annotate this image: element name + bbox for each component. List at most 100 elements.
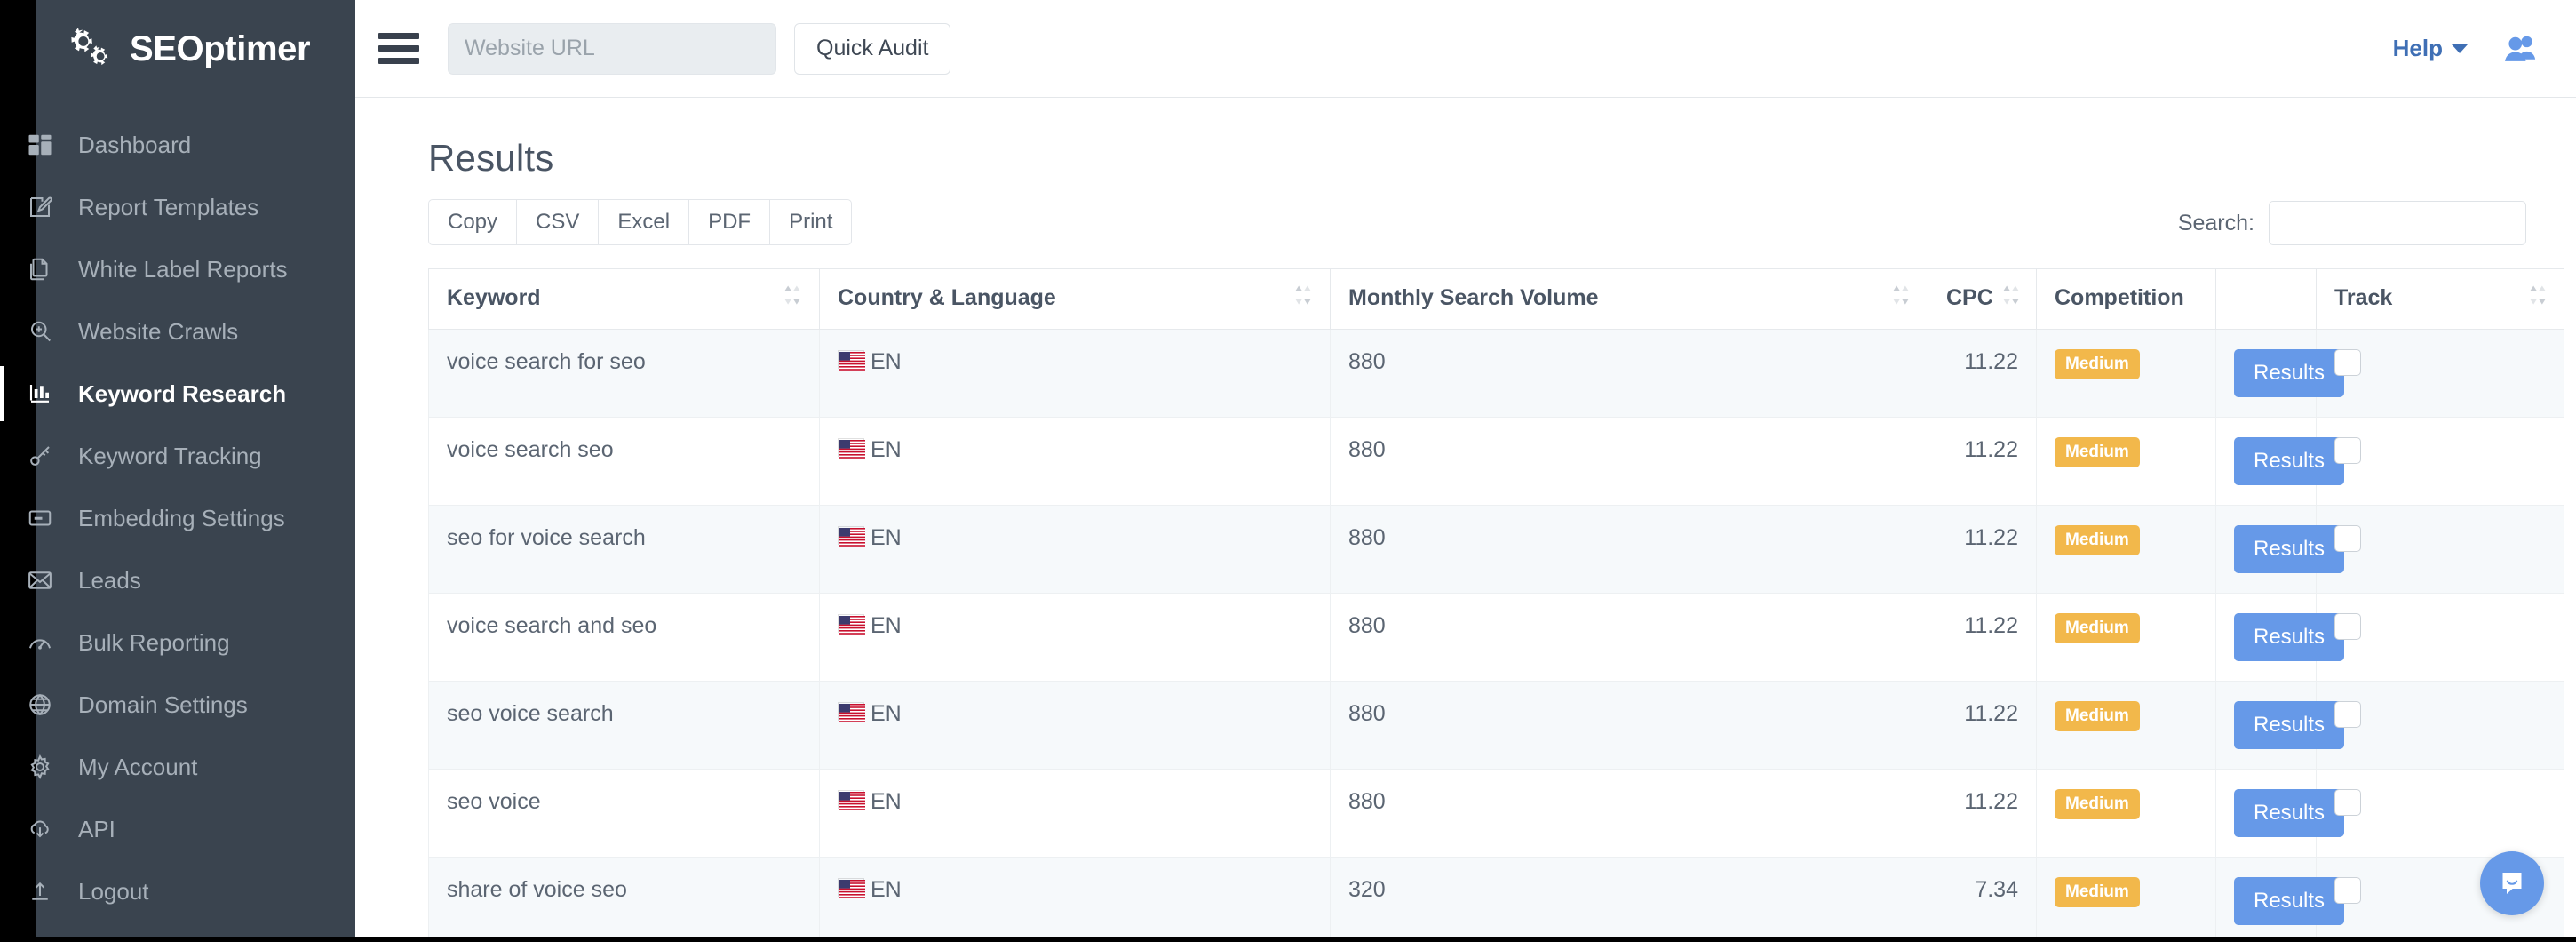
cell-country-language: EN: [820, 330, 1331, 418]
sidebar-item-my-account[interactable]: My Account: [0, 736, 354, 798]
sidebar-item-keyword-tracking[interactable]: Keyword Tracking: [0, 425, 354, 487]
row-results-button[interactable]: Results: [2234, 877, 2344, 925]
sidebar-item-dashboard[interactable]: Dashboard: [0, 114, 354, 176]
logout-upload-icon: [27, 878, 78, 905]
key-icon: [27, 443, 78, 469]
sort-icon: [783, 283, 801, 313]
cell-cpc: 11.22: [1928, 506, 2037, 594]
search-input[interactable]: [2269, 201, 2526, 245]
brand-logo[interactable]: SEOptimer: [0, 0, 354, 98]
track-checkbox[interactable]: [2334, 613, 2361, 640]
cell-track: [2317, 594, 2565, 682]
cell-monthly-search-volume: 880: [1331, 506, 1928, 594]
excel-button[interactable]: Excel: [598, 199, 688, 245]
row-results-button[interactable]: Results: [2234, 437, 2344, 485]
users-avatar-icon[interactable]: [2501, 29, 2540, 68]
table-row: share of voice seoEN3207.34MediumResults: [429, 858, 2565, 942]
cell-country-language: EN: [820, 594, 1331, 682]
cell-competition: Medium: [2037, 418, 2216, 506]
sidebar-item-logout[interactable]: Logout: [0, 860, 354, 922]
help-dropdown[interactable]: Help: [2393, 35, 2468, 62]
competition-badge: Medium: [2055, 525, 2140, 555]
sidebar-item-label: Website Crawls: [78, 320, 238, 343]
column-label: Country & Language: [838, 285, 1056, 311]
column-header-monthly-search-volume[interactable]: Monthly Search Volume: [1331, 269, 1928, 330]
copy-button[interactable]: Copy: [428, 199, 516, 245]
column-header-track[interactable]: Track: [2317, 269, 2565, 330]
row-results-button[interactable]: Results: [2234, 613, 2344, 661]
cell-keyword: voice search for seo: [429, 330, 820, 418]
table-body: voice search for seoEN88011.22MediumResu…: [429, 330, 2565, 942]
sidebar-item-label: Keyword Tracking: [78, 444, 262, 467]
cell-actions: Results: [2216, 858, 2317, 942]
cell-cpc: 11.22: [1928, 418, 2037, 506]
cell-keyword: share of voice seo: [429, 858, 820, 942]
column-header-cpc[interactable]: CPC: [1928, 269, 2037, 330]
documents-icon: [27, 256, 78, 283]
cell-competition: Medium: [2037, 858, 2216, 942]
website-url-input[interactable]: [448, 23, 776, 75]
track-checkbox[interactable]: [2334, 877, 2361, 904]
cell-actions: Results: [2216, 418, 2317, 506]
sidebar-item-embedding-settings[interactable]: Embedding Settings: [0, 487, 354, 549]
track-checkbox[interactable]: [2334, 437, 2361, 464]
cell-country-language: EN: [820, 506, 1331, 594]
gear-icon: [27, 754, 78, 780]
column-header-actions: [2216, 269, 2317, 330]
cell-track: [2317, 682, 2565, 770]
pdf-button[interactable]: PDF: [688, 199, 769, 245]
cell-country-language: EN: [820, 682, 1331, 770]
cell-monthly-search-volume: 880: [1331, 330, 1928, 418]
competition-badge: Medium: [2055, 789, 2140, 819]
us-flag-icon: [838, 438, 864, 457]
gauge-icon: [27, 629, 78, 656]
sidebar-item-api[interactable]: API: [0, 798, 354, 860]
intercom-chat-icon[interactable]: [2480, 851, 2544, 915]
column-header-country-language[interactable]: Country & Language: [820, 269, 1331, 330]
language-code: EN: [871, 789, 902, 814]
competition-badge: Medium: [2055, 437, 2140, 467]
envelope-icon: [27, 567, 78, 594]
sidebar-item-leads[interactable]: Leads: [0, 549, 354, 611]
column-label: Monthly Search Volume: [1348, 285, 1599, 311]
sidebar-nav: Dashboard Report Templates White Label R…: [0, 98, 354, 922]
cell-monthly-search-volume: 880: [1331, 682, 1928, 770]
quick-audit-button[interactable]: Quick Audit: [794, 23, 950, 75]
cell-cpc: 7.34: [1928, 858, 2037, 942]
track-checkbox[interactable]: [2334, 525, 2361, 552]
sidebar-item-white-label-reports[interactable]: White Label Reports: [0, 238, 354, 300]
results-card: Results Copy CSV Excel PDF Print Search:: [355, 98, 2576, 942]
hamburger-icon[interactable]: [375, 25, 423, 73]
language-code: EN: [871, 877, 902, 902]
sidebar-item-website-crawls[interactable]: Website Crawls: [0, 300, 354, 363]
track-checkbox[interactable]: [2334, 701, 2361, 728]
sidebar-item-domain-settings[interactable]: Domain Settings: [0, 674, 354, 736]
row-results-button[interactable]: Results: [2234, 701, 2344, 749]
sidebar-item-keyword-research[interactable]: Keyword Research: [0, 363, 354, 425]
csv-button[interactable]: CSV: [516, 199, 598, 245]
competition-badge: Medium: [2055, 613, 2140, 643]
row-results-button[interactable]: Results: [2234, 349, 2344, 397]
column-label: CPC: [1946, 285, 1993, 311]
language-code: EN: [871, 437, 902, 462]
sidebar-item-label: Leads: [78, 569, 141, 592]
sidebar-item-bulk-reporting[interactable]: Bulk Reporting: [0, 611, 354, 674]
sidebar-item-label: API: [78, 818, 115, 841]
sidebar-item-label: White Label Reports: [78, 258, 288, 281]
track-checkbox[interactable]: [2334, 789, 2361, 816]
sidebar-item-label: My Account: [78, 755, 197, 778]
content-area: Results Copy CSV Excel PDF Print Search:: [355, 98, 2576, 942]
sidebar-item-report-templates[interactable]: Report Templates: [0, 176, 354, 238]
us-flag-icon: [838, 702, 864, 721]
print-button[interactable]: Print: [769, 199, 852, 245]
us-flag-icon: [838, 790, 864, 809]
track-checkbox[interactable]: [2334, 349, 2361, 376]
us-flag-icon: [838, 350, 864, 369]
table-scroll-container: Keyword Country & Language: [428, 268, 2564, 942]
bar-chart-icon: [27, 380, 78, 407]
row-results-button[interactable]: Results: [2234, 525, 2344, 573]
row-results-button[interactable]: Results: [2234, 789, 2344, 837]
gears-logo-icon: [62, 21, 117, 76]
column-header-keyword[interactable]: Keyword: [429, 269, 820, 330]
column-header-competition: Competition: [2037, 269, 2216, 330]
